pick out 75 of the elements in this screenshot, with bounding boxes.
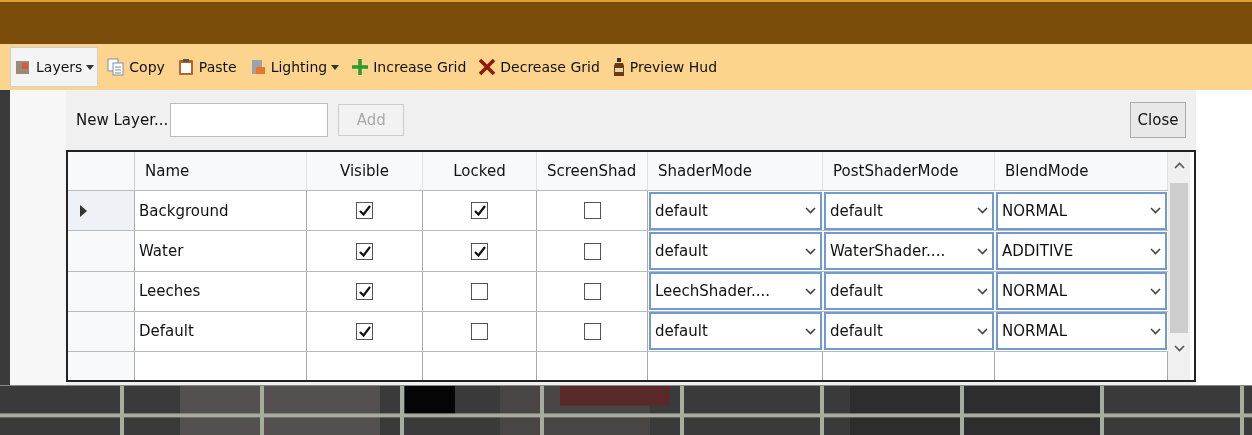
chevron-down-icon	[977, 287, 988, 295]
checkbox[interactable]	[356, 282, 373, 300]
scrollbar[interactable]	[1168, 152, 1190, 380]
column-header[interactable]: Locked	[423, 152, 537, 191]
caret-icon	[331, 64, 340, 70]
toolbar-button[interactable]: Lighting	[245, 47, 343, 87]
caret-icon	[86, 64, 95, 70]
checkbox[interactable]	[471, 322, 488, 340]
chevron-down-icon	[1150, 287, 1161, 295]
chevron-down-icon	[805, 327, 816, 335]
check-icon	[358, 325, 371, 337]
table-cell: Default	[135, 311, 307, 351]
dropdown[interactable]: default	[649, 312, 822, 351]
plus-icon	[351, 58, 370, 76]
dropdown[interactable]: NORMAL	[996, 272, 1167, 311]
checkbox[interactable]	[356, 242, 373, 260]
chevron-down-icon	[977, 327, 988, 335]
check-icon	[358, 285, 371, 297]
close-icon	[478, 58, 497, 76]
dropdown[interactable]: ADDITIVE	[996, 232, 1167, 271]
dropdown[interactable]: WaterShader....	[824, 232, 994, 271]
table-cell: Leeches	[135, 271, 307, 311]
check-icon	[358, 245, 371, 257]
copy-icon	[107, 58, 126, 76]
checkbox[interactable]	[583, 202, 601, 220]
checkbox[interactable]	[583, 282, 601, 300]
dropdown[interactable]: default	[824, 312, 994, 351]
chevron-down-icon	[1150, 247, 1161, 255]
checkbox[interactable]	[471, 282, 488, 300]
toolbar-button[interactable]: Layers	[10, 47, 99, 87]
toolbar-button[interactable]: Decrease Grid	[475, 47, 603, 87]
check-icon	[358, 205, 371, 217]
close-button[interactable]: Close	[1130, 102, 1186, 138]
column-header[interactable]: Visible	[307, 152, 423, 191]
checkbox[interactable]	[356, 202, 373, 220]
dropdown[interactable]: default	[824, 191, 994, 230]
toolbar-button[interactable]: Copy	[104, 47, 168, 87]
current-row-icon	[80, 204, 87, 217]
checkbox[interactable]	[583, 242, 601, 260]
chevron-down-icon	[1150, 327, 1161, 335]
dropdown[interactable]: default	[649, 232, 822, 271]
check-icon	[473, 205, 486, 217]
dropdown[interactable]: LeechShader....	[649, 272, 822, 311]
column-header[interactable]: ScreenShad	[537, 152, 648, 191]
chevron-down-icon	[805, 207, 816, 215]
toolbar-button[interactable]: Paste	[173, 47, 240, 87]
check-icon	[473, 245, 486, 257]
checkbox[interactable]	[471, 242, 488, 260]
toolbar-button[interactable]: Increase Grid	[348, 47, 470, 87]
column-header[interactable]: ShaderMode	[648, 152, 823, 191]
scroll-down-icon[interactable]	[1173, 345, 1185, 352]
table-cell: Background	[135, 191, 307, 231]
bottle-icon	[611, 58, 626, 76]
column-header[interactable]: PostShaderMode	[823, 152, 995, 191]
layers-icon	[14, 58, 32, 76]
column-header[interactable]: Name	[135, 152, 307, 191]
new-layer-field[interactable]	[170, 103, 329, 137]
chevron-down-icon	[1150, 207, 1161, 215]
checkbox[interactable]	[471, 202, 488, 220]
chevron-down-icon	[805, 287, 816, 295]
dropdown[interactable]: NORMAL	[996, 312, 1167, 351]
chevron-down-icon	[977, 207, 988, 215]
dropdown[interactable]: default	[649, 191, 822, 230]
dropdown[interactable]: default	[824, 272, 994, 311]
dropdown[interactable]: NORMAL	[996, 191, 1167, 230]
checkbox[interactable]	[583, 322, 601, 340]
table-cell: Water	[135, 231, 307, 271]
new-layer-label: New Layer...	[76, 109, 169, 131]
chevron-down-icon	[977, 247, 988, 255]
checkbox[interactable]	[356, 322, 373, 340]
scrollbar-thumb[interactable]	[1170, 183, 1188, 333]
toolbar-button[interactable]: Preview Hud	[608, 47, 721, 87]
clipboard-icon	[176, 58, 195, 76]
scroll-up-icon[interactable]	[1173, 162, 1185, 169]
chevron-down-icon	[805, 247, 816, 255]
